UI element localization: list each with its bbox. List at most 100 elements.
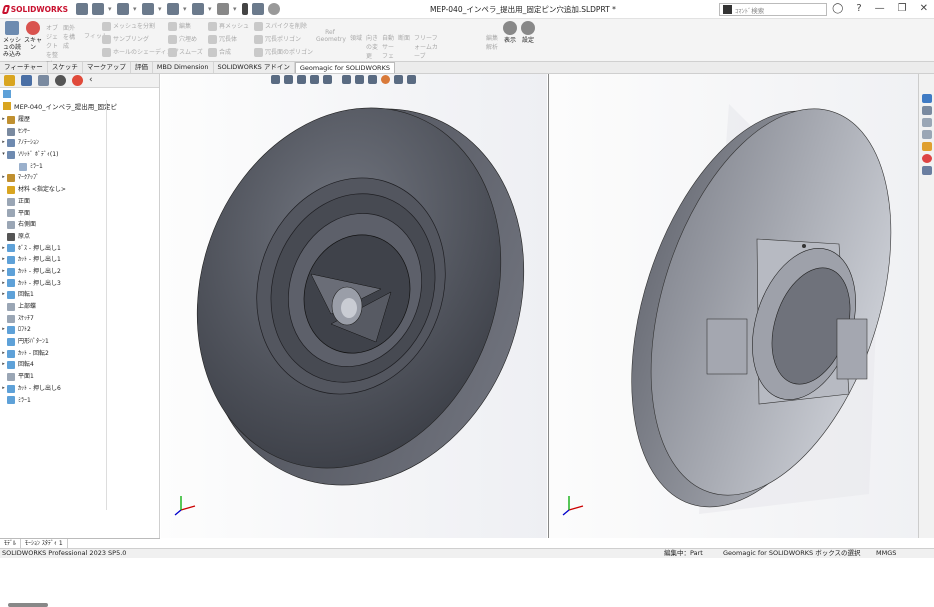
expand-arrow-icon[interactable]: ▸	[0, 383, 7, 395]
tree-node[interactable]: 材料 <指定なし>	[0, 184, 106, 196]
tab-model[interactable]: ﾓﾃﾞﾙ	[0, 539, 22, 548]
design-library-icon[interactable]	[921, 106, 932, 115]
expand-arrow-icon[interactable]: ▸	[0, 243, 7, 255]
tree-node[interactable]: 上部蝶	[0, 301, 106, 313]
custom-properties-icon[interactable]	[921, 154, 932, 163]
expand-arrow-icon[interactable]: ▾	[0, 149, 7, 161]
display-manager-icon[interactable]	[72, 75, 83, 86]
remove-spike-button[interactable]: スパイクを削除	[254, 21, 307, 31]
region-button[interactable]: 領域	[350, 33, 362, 42]
expand-arrow-icon[interactable]: ▸	[0, 324, 7, 336]
expand-arrow-icon[interactable]: ▸	[0, 137, 7, 149]
tree-node[interactable]: 原点	[0, 231, 106, 243]
tree-node[interactable]: ▸ 履歴	[0, 114, 106, 126]
split-mesh-button[interactable]: メッシュを分割	[102, 21, 155, 31]
dimxpert-icon[interactable]	[55, 75, 66, 86]
expand-arrow-icon[interactable]: ▸	[0, 266, 7, 278]
section-button[interactable]: 断面	[398, 33, 410, 42]
freeform-curve-button[interactable]: フリーフォームカーブ	[414, 33, 438, 60]
expand-arrow-icon[interactable]: ▸	[0, 348, 7, 360]
tree-node[interactable]: ▸ 回転1	[0, 289, 106, 301]
tree-node[interactable]: ▸ ｶｯﾄ - 押し出し6	[0, 383, 106, 395]
tab-sketch[interactable]: スケッチ	[48, 62, 83, 73]
new-document-icon[interactable]	[92, 3, 104, 15]
redundant-body-button[interactable]: 冗長体	[208, 34, 237, 44]
expand-arrow-icon[interactable]: ▸	[0, 278, 7, 290]
file-properties-icon[interactable]	[252, 3, 264, 15]
scan-button[interactable]: スキャン	[24, 21, 42, 51]
tree-node[interactable]: ﾐﾗｰ1	[0, 395, 106, 407]
solidworks-resources-icon[interactable]	[921, 94, 932, 103]
open-icon[interactable]	[117, 3, 129, 15]
settings-button[interactable]: 設定	[520, 21, 536, 44]
smooth-button[interactable]: スムーズ	[168, 47, 203, 57]
view-palette-icon[interactable]	[921, 130, 932, 139]
forum-icon[interactable]	[921, 166, 932, 175]
tree-node[interactable]: ▸ ﾎﾞｽ - 押し出し1	[0, 243, 106, 255]
face-build-button[interactable]: 面外を構成	[63, 23, 77, 50]
save-icon[interactable]	[142, 3, 154, 15]
reorient-button[interactable]: 向きの変更	[366, 33, 378, 60]
tree-node[interactable]: 右側面	[0, 219, 106, 231]
redundant-face-polygon-button[interactable]: 冗長面のポリゴン	[254, 47, 313, 57]
tree-node[interactable]: 正面	[0, 196, 106, 208]
display-button[interactable]: 表示	[502, 21, 518, 44]
tree-node[interactable]: ▸ ﾏｰｸｱｯﾌﾟ	[0, 172, 106, 184]
tree-node[interactable]: ▸ ｶｯﾄ - 押し出し1	[0, 254, 106, 266]
traffic-light-icon[interactable]	[242, 3, 248, 15]
tree-node[interactable]: 平面	[0, 208, 106, 220]
select-icon[interactable]	[217, 3, 229, 15]
home-icon[interactable]	[76, 3, 88, 15]
options-gear-icon[interactable]	[268, 3, 280, 15]
tree-node[interactable]: ▸ ｱﾉﾃｰｼｮﾝ	[0, 137, 106, 149]
tree-node[interactable]: 平面1	[0, 371, 106, 383]
close-icon[interactable]: ✕	[920, 3, 928, 14]
tree-node[interactable]: ▸ ﾛﾌﾄ2	[0, 324, 106, 336]
unit-system[interactable]: MMGS	[876, 549, 896, 558]
feature-manager-icon[interactable]	[4, 75, 15, 86]
tab-solidworks-addins[interactable]: SOLIDWORKS アドイン	[214, 62, 295, 73]
expand-arrow-icon[interactable]: ▸	[0, 172, 7, 184]
tree-node[interactable]: ▸ ｶｯﾄ - 押し出し2	[0, 266, 106, 278]
collapse-panel-icon[interactable]: ‹	[89, 75, 95, 86]
configuration-manager-icon[interactable]	[38, 75, 49, 86]
mesh-import-button[interactable]: メッシュの読み込み	[2, 21, 22, 58]
panel-horizontal-scrollbar[interactable]	[8, 603, 48, 607]
ref-geometry-button[interactable]: Ref Geometry	[316, 29, 346, 43]
tab-motion-study[interactable]: ﾓｰｼｮﾝ ｽﾀﾃﾞｨ 1	[21, 539, 68, 548]
tree-node[interactable]: ▸ 回転4	[0, 359, 106, 371]
help-icon[interactable]: ?	[856, 3, 861, 14]
graphics-viewport-left[interactable]	[161, 74, 547, 538]
tab-geomagic[interactable]: Geomagic for SOLIDWORKS	[294, 62, 395, 73]
expand-arrow-icon[interactable]: ▸	[0, 359, 7, 371]
tab-mbd-dimension[interactable]: MBD Dimension	[153, 62, 214, 73]
tab-evaluate[interactable]: 評価	[131, 62, 153, 73]
remesh-button[interactable]: 再メッシュ	[208, 21, 249, 31]
property-manager-icon[interactable]	[21, 75, 32, 86]
graphics-viewport-right[interactable]	[548, 74, 918, 538]
redundant-polygon-button[interactable]: 冗長ポリゴン	[254, 34, 301, 44]
expand-arrow-icon[interactable]: ▸	[0, 254, 7, 266]
expand-arrow-icon[interactable]: ▸	[0, 114, 7, 126]
edit-button[interactable]: 編集	[168, 21, 191, 31]
expand-arrow-icon[interactable]: ▸	[0, 289, 7, 301]
edit-analysis-button[interactable]: 編集解析	[486, 33, 498, 51]
tree-node[interactable]: 円形ﾊﾟﾀｰﾝ1	[0, 336, 106, 348]
tree-node[interactable]: ｾﾝｻｰ	[0, 126, 106, 138]
undo-icon[interactable]	[192, 3, 204, 15]
minimize-icon[interactable]: —	[875, 3, 885, 14]
tree-root[interactable]: MEP-040_インペラ_提出用_固定ピ	[0, 100, 117, 112]
tab-markup[interactable]: マークアップ	[83, 62, 131, 73]
tab-features[interactable]: フィーチャー	[0, 62, 48, 73]
filter-icon[interactable]	[3, 90, 11, 98]
tree-node[interactable]: ﾐﾗｰ1	[0, 161, 106, 173]
tree-node[interactable]: ｽｹｯﾁ7	[0, 313, 106, 325]
tree-node[interactable]: ▾ ｿﾘｯﾄﾞ ﾎﾞﾃﾞｨ(1)	[0, 149, 106, 161]
merge-button[interactable]: 合成	[208, 47, 231, 57]
restore-icon[interactable]: ❐	[898, 3, 907, 14]
fill-hole-button[interactable]: 穴埋め	[168, 34, 197, 44]
solidworks-logo[interactable]: SOLIDWORKS	[0, 4, 68, 14]
file-explorer-icon[interactable]	[921, 118, 932, 127]
user-icon[interactable]: ◯	[832, 3, 843, 14]
print-icon[interactable]	[167, 3, 179, 15]
